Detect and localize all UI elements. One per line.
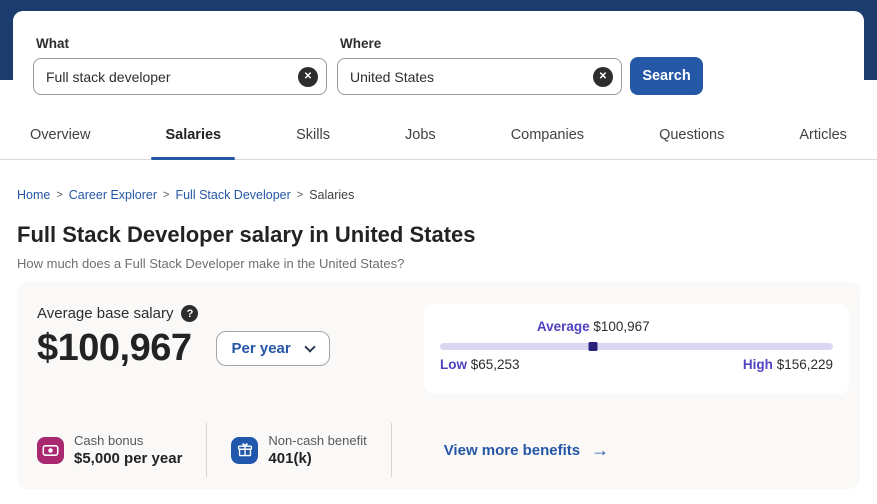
cash-bonus-label: Cash bonus xyxy=(74,432,182,449)
where-clear-button[interactable]: ✕ xyxy=(593,67,613,87)
salary-card: Average base salary ? $100,967 Per year … xyxy=(17,282,860,489)
tab-companies[interactable]: Companies xyxy=(497,110,598,159)
salary-range-card: Average $100,967 Low $65,253 High $156,2… xyxy=(424,304,849,394)
cash-bonus-value: $5,000 per year xyxy=(74,449,182,468)
breadcrumb-link-full-stack-developer[interactable]: Full Stack Developer xyxy=(175,188,290,202)
high-label: High xyxy=(743,357,773,372)
vertical-divider xyxy=(391,423,392,477)
average-base-salary-row: Average base salary ? xyxy=(37,305,198,322)
clear-icon: ✕ xyxy=(599,67,607,87)
low-value: $65,253 xyxy=(471,357,520,372)
where-input[interactable] xyxy=(337,58,622,95)
tab-bar: Overview Salaries Skills Jobs Companies … xyxy=(0,110,877,160)
page: What ✕ Where ✕ Search xyxy=(0,0,877,504)
breadcrumb-current: Salaries xyxy=(309,188,354,202)
clear-icon: ✕ xyxy=(304,67,312,87)
gift-icon xyxy=(231,437,258,464)
tab-jobs[interactable]: Jobs xyxy=(391,110,450,159)
average-marker-label-row: Average $100,967 xyxy=(440,319,833,336)
range-end-labels: Low $65,253 High $156,229 xyxy=(440,357,833,372)
where-field-group: Where ✕ xyxy=(337,36,622,95)
breadcrumb-link-career-explorer[interactable]: Career Explorer xyxy=(69,188,157,202)
breadcrumb-separator: > xyxy=(56,189,62,201)
tab-articles[interactable]: Articles xyxy=(785,110,861,159)
non-cash-benefit-value: 401(k) xyxy=(268,449,366,468)
chevron-down-icon xyxy=(304,341,315,352)
breadcrumb: Home > Career Explorer > Full Stack Deve… xyxy=(17,188,860,202)
salary-amount: $100,967 xyxy=(37,327,192,370)
average-base-salary-label: Average base salary xyxy=(37,305,173,322)
help-icon[interactable]: ? xyxy=(181,305,198,322)
what-label: What xyxy=(36,36,327,51)
search-card: What ✕ Where ✕ Search xyxy=(13,11,864,108)
average-value: $100,967 xyxy=(593,319,649,334)
breadcrumb-link-home[interactable]: Home xyxy=(17,188,50,202)
where-label: Where xyxy=(340,36,622,51)
what-clear-button[interactable]: ✕ xyxy=(298,67,318,87)
breadcrumb-separator: > xyxy=(163,189,169,201)
non-cash-benefit-label: Non-cash benefit xyxy=(268,432,366,449)
page-title: Full Stack Developer salary in United St… xyxy=(17,222,860,248)
tab-questions[interactable]: Questions xyxy=(645,110,738,159)
high-label-group: High $156,229 xyxy=(743,357,833,372)
cash-icon xyxy=(37,437,64,464)
average-marker-label: Average $100,967 xyxy=(537,319,650,334)
vertical-divider xyxy=(206,423,207,477)
top-navbar: What ✕ Where ✕ Search xyxy=(0,0,877,80)
view-more-benefits-link[interactable]: View more benefits → xyxy=(444,441,609,459)
low-label-group: Low $65,253 xyxy=(440,357,520,372)
tab-salaries[interactable]: Salaries xyxy=(151,110,235,159)
where-input-wrap: ✕ xyxy=(337,58,622,95)
average-label: Average xyxy=(537,319,590,334)
what-input-wrap: ✕ xyxy=(33,58,327,95)
arrow-right-icon: → xyxy=(591,441,609,459)
pay-period-dropdown[interactable]: Per year xyxy=(216,331,330,366)
low-label: Low xyxy=(440,357,467,372)
tab-skills[interactable]: Skills xyxy=(282,110,344,159)
main-content: Home > Career Explorer > Full Stack Deve… xyxy=(0,188,877,489)
what-input[interactable] xyxy=(33,58,327,95)
non-cash-benefit-item: Non-cash benefit 401(k) xyxy=(231,432,366,468)
tab-overview[interactable]: Overview xyxy=(16,110,104,159)
view-more-benefits-label: View more benefits xyxy=(444,442,580,459)
benefits-row: Cash bonus $5,000 per year xyxy=(37,422,609,478)
salary-amount-row: $100,967 Per year xyxy=(37,327,330,370)
high-value: $156,229 xyxy=(777,357,833,372)
slider-marker xyxy=(589,342,598,351)
page-subtitle: How much does a Full Stack Developer mak… xyxy=(17,256,860,271)
salary-range-slider xyxy=(440,343,833,350)
what-field-group: What ✕ xyxy=(33,36,327,95)
cash-bonus-item: Cash bonus $5,000 per year xyxy=(37,432,182,468)
search-button[interactable]: Search xyxy=(630,57,703,95)
pay-period-value: Per year xyxy=(232,340,291,357)
breadcrumb-separator: > xyxy=(297,189,303,201)
